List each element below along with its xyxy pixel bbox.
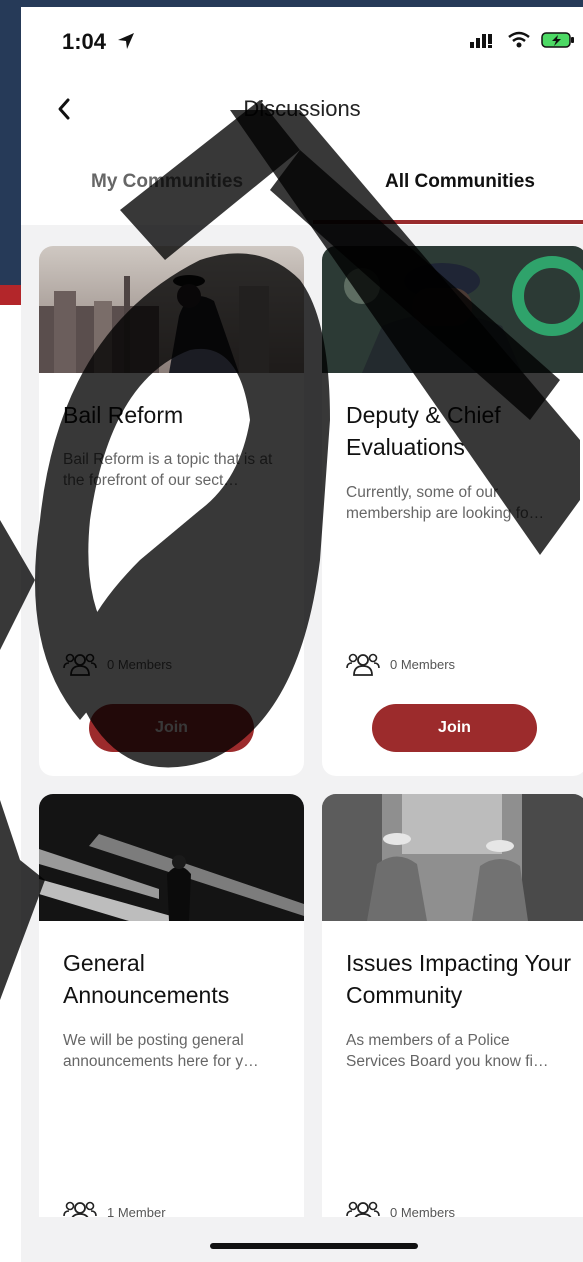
community-card-bail-reform[interactable]: Bail Reform Bail Reform is a topic that …: [39, 246, 304, 776]
tab-my-communities[interactable]: My Communities: [91, 171, 243, 193]
home-indicator[interactable]: [210, 1243, 418, 1249]
phone-screen: 1:04 Discussions My Communities All Comm…: [21, 7, 583, 1262]
community-title: Bail Reform: [63, 402, 184, 428]
page-title: Discussions: [243, 96, 361, 121]
status-icons: [469, 31, 575, 49]
community-card-issues-impacting-your-community[interactable]: Issues Impacting Your Community As membe…: [322, 794, 583, 1234]
community-description: As members of a Police Services Board yo…: [346, 1032, 549, 1070]
community-image: [322, 246, 583, 373]
members-icon: [63, 653, 97, 676]
home-bar-area: [21, 1217, 583, 1262]
community-image: [322, 794, 583, 921]
community-card-general-announcements[interactable]: General Announcements We will be posting…: [39, 794, 304, 1234]
wifi-icon: [508, 31, 530, 48]
members-label: 0 Members: [390, 656, 456, 672]
join-button[interactable]: Join: [89, 704, 254, 752]
tab-all-communities[interactable]: All Communities: [385, 171, 535, 193]
community-image: [39, 794, 304, 921]
members-count: 0 Members: [63, 652, 172, 676]
status-time: 1:04: [62, 29, 136, 55]
community-description: We will be posting general announcements…: [63, 1032, 259, 1070]
members-label: 0 Members: [107, 656, 173, 672]
community-card-deputy-chief-evaluations[interactable]: Deputy & Chief Evaluations Currently, so…: [322, 246, 583, 776]
community-title: Deputy & Chief Evaluations: [346, 402, 501, 460]
active-tab-indicator: [313, 220, 583, 224]
community-description: Currently, some of our membership are lo…: [346, 484, 545, 522]
community-title: Issues Impacting Your Community: [346, 950, 572, 1008]
community-image: [39, 246, 304, 373]
community-description: Bail Reform is a topic that is at the fo…: [63, 451, 273, 489]
cellular-signal-icon: [470, 34, 492, 48]
join-button[interactable]: Join: [372, 704, 537, 752]
members-count: 0 Members: [346, 652, 455, 676]
community-title: General Announcements: [63, 950, 230, 1008]
members-icon: [346, 653, 380, 676]
location-arrow-icon: [118, 33, 135, 49]
battery-charging-icon: [541, 32, 574, 48]
status-time-text: 1:04: [62, 29, 107, 54]
